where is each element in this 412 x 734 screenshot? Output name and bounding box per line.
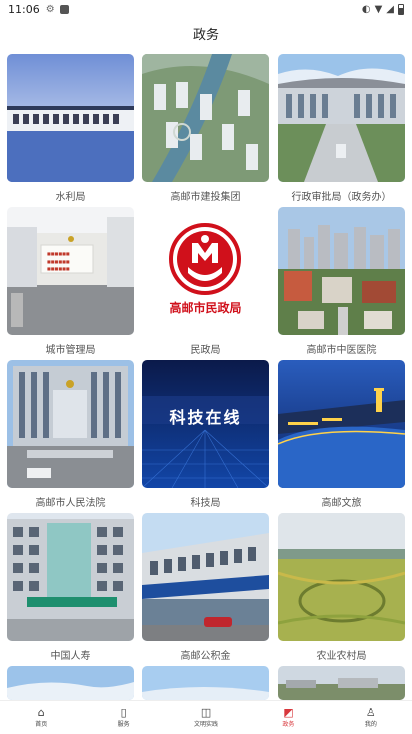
home-icon: ⌂ (37, 706, 45, 719)
bag-icon: ◫ (200, 706, 212, 719)
status-bar: 11:06 ⚙ ◐ ▼ ◢ (0, 0, 412, 18)
card-city-management[interactable]: ■■■■■■ ■■■■■■ ■■■■■■ 城市管理局 (7, 207, 134, 356)
card-construction-group[interactable]: 高邮市建投集团 (142, 54, 269, 203)
nav-services[interactable]: ▯ 服务 (82, 701, 164, 734)
status-time: 11:06 (8, 2, 40, 16)
card-tcm-hospital[interactable]: 高邮市中医医院 (278, 207, 405, 356)
card-image (7, 666, 134, 700)
card-agriculture[interactable]: 农业农村局 (278, 513, 405, 662)
card-partial-2[interactable] (142, 666, 269, 700)
card-image (278, 666, 405, 700)
bookmark-icon: ▯ (120, 706, 127, 719)
card-partial-1[interactable] (7, 666, 134, 700)
card-label: 高邮市建投集团 (170, 192, 241, 203)
nav-government[interactable]: ◩ 政务 (247, 701, 329, 734)
card-label: 中国人寿 (50, 651, 91, 662)
card-label: 科技局 (190, 498, 221, 509)
card-image (7, 54, 134, 182)
card-image (7, 513, 134, 641)
signal-icon: ◢ (386, 3, 394, 15)
card-image (278, 513, 405, 641)
circle-icon: ◐ (361, 3, 371, 15)
card-image: 科技在线 (142, 360, 269, 488)
nav-label: 我的 (364, 721, 377, 728)
card-label: 高邮市中医医院 (306, 345, 377, 356)
svg-text:■■■■■■: ■■■■■■ (47, 266, 70, 271)
card-image (142, 666, 269, 700)
card-culture-tourism[interactable]: 高邮文旅 (278, 360, 405, 509)
nav-label: 首页 (35, 721, 48, 728)
card-image (142, 513, 269, 641)
card-water-bureau[interactable]: 水利局 (7, 54, 134, 203)
card-science-tech[interactable]: 科技在线 科技局 (142, 360, 269, 509)
app-notification-icon (59, 4, 69, 14)
user-icon: ♙ (365, 706, 376, 719)
card-image: 高邮市民政局 (142, 207, 269, 335)
card-label: 农业农村局 (316, 651, 367, 662)
card-civil-affairs[interactable]: 高邮市民政局 民政局 (142, 207, 269, 356)
nav-home[interactable]: ⌂ 首页 (0, 701, 82, 734)
page-title: 政务 (192, 27, 219, 43)
logo-text: 高邮市民政局 (169, 301, 242, 315)
settings-icon: ⚙ (45, 3, 55, 15)
card-image (7, 360, 134, 488)
card-image (278, 360, 405, 488)
card-label: 城市管理局 (45, 345, 96, 356)
card-image (278, 54, 405, 182)
card-housing-fund[interactable]: 高邮公积金 (142, 513, 269, 662)
nav-label: 政务 (282, 721, 295, 728)
nav-label: 文明实践 (194, 721, 219, 728)
card-admin-approval[interactable]: 行政审批局（政务办） (278, 54, 405, 203)
nav-mine[interactable]: ♙ 我的 (330, 701, 412, 734)
card-label: 行政审批局（政务办） (291, 192, 392, 203)
megaphone-icon: ◩ (283, 706, 294, 719)
card-label: 水利局 (55, 192, 86, 203)
card-partial-3[interactable] (278, 666, 405, 700)
svg-text:■■■■■■: ■■■■■■ (47, 251, 70, 256)
card-image (142, 54, 269, 182)
card-label: 高邮市人民法院 (35, 498, 106, 509)
bottom-nav: ⌂ 首页 ▯ 服务 ◫ 文明实践 ◩ 政务 ♙ 我的 (0, 700, 412, 734)
battery-icon (398, 3, 404, 15)
banner-text: 科技在线 (169, 408, 242, 427)
card-image (278, 207, 405, 335)
card-label: 民政局 (190, 345, 221, 356)
card-china-life[interactable]: 中国人寿 (7, 513, 134, 662)
nav-civilization[interactable]: ◫ 文明实践 (165, 701, 247, 734)
card-label: 高邮公积金 (180, 651, 231, 662)
card-image: ■■■■■■ ■■■■■■ ■■■■■■ (7, 207, 134, 335)
wifi-icon: ▼ (374, 3, 383, 15)
card-court[interactable]: 高邮市人民法院 (7, 360, 134, 509)
svg-text:■■■■■■: ■■■■■■ (47, 259, 70, 264)
card-label: 高邮文旅 (321, 498, 362, 509)
nav-label: 服务 (117, 721, 130, 728)
